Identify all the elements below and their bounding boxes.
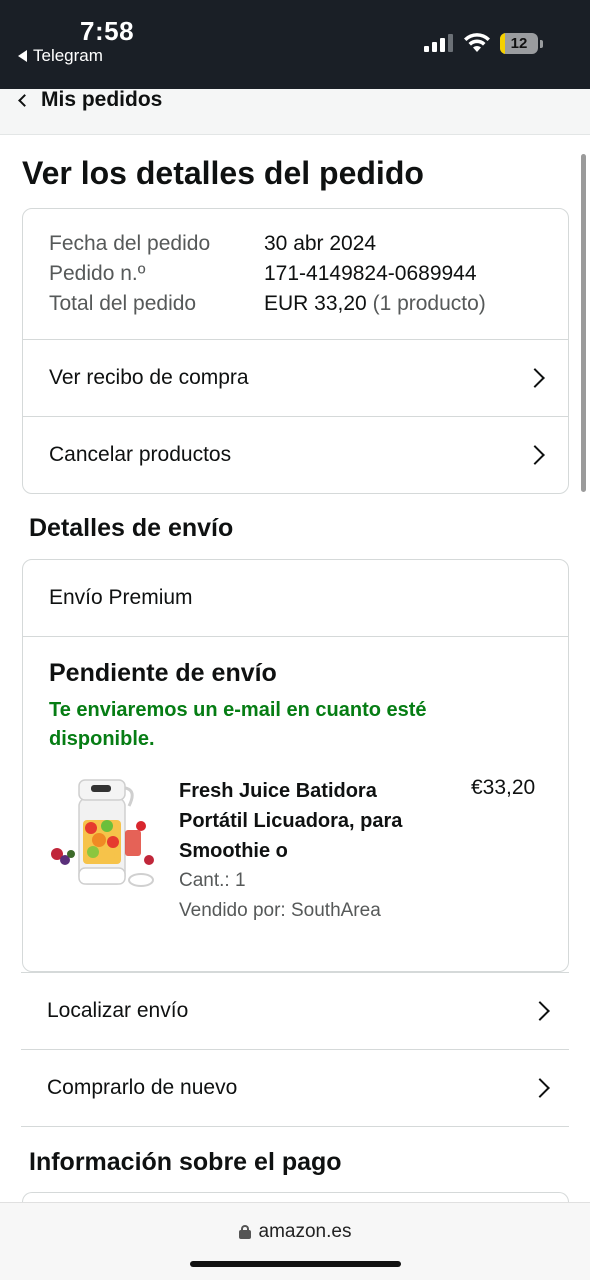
order-date-label: Fecha del pedido xyxy=(49,232,211,255)
shipment-status: Pendiente de envío Te enviaremos un e-ma… xyxy=(23,637,568,936)
status-time: 7:58 xyxy=(80,16,135,46)
back-to-orders-link[interactable]: Mis pedidos xyxy=(18,88,163,111)
track-shipment-label: Localizar envío xyxy=(47,999,189,1022)
browser-url-bar[interactable]: amazon.es xyxy=(0,1202,590,1280)
order-total-label: Total del pedido xyxy=(49,292,197,315)
status-bar: 7:58 Telegram 12 xyxy=(0,0,590,89)
buy-again-label: Comprarlo de nuevo xyxy=(47,1076,238,1099)
order-info: Fecha del pedido 30 abr 2024 Pedido n.º … xyxy=(23,209,568,339)
view-receipt-label: Ver recibo de compra xyxy=(49,366,249,389)
chevron-right-icon xyxy=(525,445,545,465)
shipment-status-message: Te enviaremos un e-mail en cuanto esté d… xyxy=(49,699,427,750)
product-item[interactable]: Fresh Juice Batidora Portátil Licuadora,… xyxy=(49,776,542,936)
chevron-right-icon xyxy=(530,1078,550,1098)
product-quantity: Cant.: 1 xyxy=(179,870,246,891)
buy-again-link[interactable]: Comprarlo de nuevo xyxy=(21,1049,569,1126)
order-date-value: 30 abr 2024 xyxy=(264,232,377,255)
order-number-value: 171-4149824-0689944 xyxy=(264,262,477,285)
product-image[interactable] xyxy=(49,776,157,894)
back-to-app-link[interactable]: Telegram xyxy=(18,46,103,66)
cancel-products-link[interactable]: Cancelar productos xyxy=(23,416,568,493)
divider xyxy=(21,1126,569,1127)
order-summary-card: Fecha del pedido 30 abr 2024 Pedido n.º … xyxy=(22,208,569,494)
url-text: amazon.es xyxy=(258,1221,352,1242)
back-app-label: Telegram xyxy=(33,46,103,65)
product-title-link[interactable]: Fresh Juice Batidora Portátil Licuadora,… xyxy=(179,776,419,866)
order-item-count: (1 producto) xyxy=(372,292,486,315)
track-shipment-link[interactable]: Localizar envío xyxy=(21,972,569,1049)
order-number-row: Pedido n.º 171-4149824-0689944 xyxy=(49,259,542,289)
view-receipt-link[interactable]: Ver recibo de compra xyxy=(23,339,568,416)
order-total-value-wrap: EUR 33,20 (1 producto) xyxy=(264,289,486,319)
payment-section-title: Información sobre el pago xyxy=(29,1148,342,1176)
nav-bar: Mis pedidos xyxy=(0,88,590,135)
order-total-value: EUR 33,20 xyxy=(264,292,367,315)
scrollbar[interactable] xyxy=(581,154,586,492)
back-to-orders-label: Mis pedidos xyxy=(41,88,163,111)
shipping-type: Envío Premium xyxy=(23,560,568,637)
shipment-status-title: Pendiente de envío xyxy=(49,659,277,687)
url-display[interactable]: amazon.es xyxy=(0,1221,590,1243)
product-price: €33,20 xyxy=(471,776,536,799)
cancel-products-label: Cancelar productos xyxy=(49,443,232,466)
chevron-right-icon xyxy=(525,368,545,388)
product-seller: Vendido por: SouthArea xyxy=(179,900,381,921)
chevron-right-icon xyxy=(530,1001,550,1021)
cellular-signal-icon xyxy=(424,34,453,52)
order-date-row: Fecha del pedido 30 abr 2024 xyxy=(49,229,542,259)
battery-cap xyxy=(540,40,543,48)
order-number-label: Pedido n.º xyxy=(49,262,146,285)
battery-level-text: 12 xyxy=(510,35,528,52)
chevron-left-icon xyxy=(18,94,31,107)
shipping-section-title: Detalles de envío xyxy=(29,514,234,542)
shipping-card: Envío Premium Pendiente de envío Te envi… xyxy=(22,559,569,972)
home-indicator[interactable] xyxy=(190,1261,401,1267)
page-title: Ver los detalles del pedido xyxy=(22,155,424,191)
order-total-row: Total del pedido EUR 33,20 (1 producto) xyxy=(49,289,542,319)
wifi-icon xyxy=(464,33,490,52)
battery-icon: 12 xyxy=(500,33,538,54)
lock-icon xyxy=(238,1225,251,1239)
back-triangle-icon xyxy=(18,50,27,62)
